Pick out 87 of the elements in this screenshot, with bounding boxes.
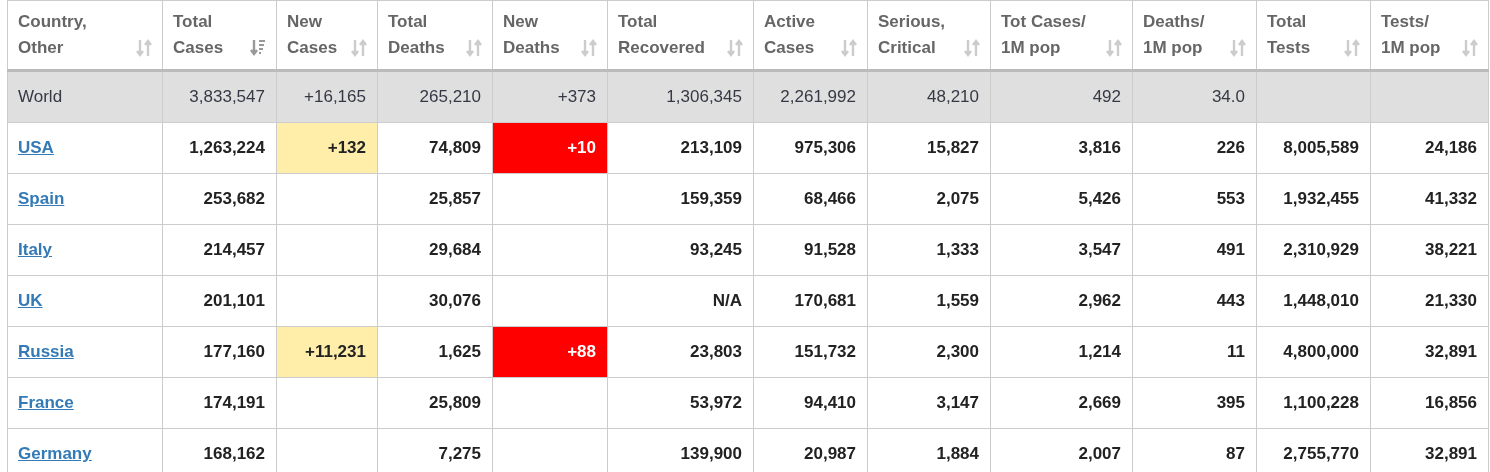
table-cell: +10 [492,122,608,174]
table-cell: 1,559 [867,275,991,327]
table-cell: 226 [1132,122,1257,174]
sort-icon[interactable] [1344,39,1360,57]
table-cell: 25,857 [377,173,493,225]
sort-icon[interactable] [1230,39,1246,57]
table-cell: 265,210 [377,70,493,123]
table-cell: 2,075 [867,173,991,225]
table-cell: 8,005,589 [1256,122,1371,174]
table-cell: 74,809 [377,122,493,174]
table-cell: 253,682 [162,173,277,225]
sort-icon[interactable] [351,39,367,57]
table-cell: 21,330 [1370,275,1489,327]
table-cell: 3,816 [990,122,1133,174]
table-cell: +88 [492,326,608,378]
table-cell: 30,076 [377,275,493,327]
table-cell: 5,426 [990,173,1133,225]
table-cell: 3,833,547 [162,70,277,123]
country-link[interactable]: Russia [18,342,74,362]
table-cell: 3,147 [867,377,991,429]
table-cell: 48,210 [867,70,991,123]
table-cell: 1,263,224 [162,122,277,174]
table-cell: 1,100,228 [1256,377,1371,429]
table-cell: 24,186 [1370,122,1489,174]
table-cell: 68,466 [753,173,868,225]
sort-icon[interactable] [136,39,152,57]
table-cell: 151,732 [753,326,868,378]
table-cell: 1,932,455 [1256,173,1371,225]
sort-icon[interactable] [841,39,857,57]
sort-icon[interactable] [964,39,980,57]
table-cell: 170,681 [753,275,868,327]
table-cell: 11 [1132,326,1257,378]
table-cell: 975,306 [753,122,868,174]
table-cell: 2,300 [867,326,991,378]
table-cell: 443 [1132,275,1257,327]
table-cell: 15,827 [867,122,991,174]
table-cell: +132 [276,122,378,174]
country-link[interactable]: Spain [18,189,65,209]
table-cell: 91,528 [753,224,868,276]
table-cell: 34.0 [1132,70,1257,123]
sort-icon[interactable] [466,39,482,57]
table-cell: 3,547 [990,224,1133,276]
table-cell: 53,972 [607,377,754,429]
table-cell: 1,214 [990,326,1133,378]
table-cell: 29,684 [377,224,493,276]
table-cell: 38,221 [1370,224,1489,276]
country-link[interactable]: USA [18,138,54,158]
table-cell: 4,800,000 [1256,326,1371,378]
country-link[interactable]: Italy [18,240,53,260]
sort-descending-icon[interactable] [250,39,266,57]
table-cell: 492 [990,70,1133,123]
table-cell: N/A [607,275,754,327]
table-cell: 2,310,929 [1256,224,1371,276]
table-cell: 94,410 [753,377,868,429]
table-cell: +373 [492,70,608,123]
table-cell: 214,457 [162,224,277,276]
table-cell: 395 [1132,377,1257,429]
sort-icon[interactable] [1462,39,1478,57]
table-cell: +11,231 [276,326,378,378]
table-cell: 553 [1132,173,1257,225]
table-cell: 201,101 [162,275,277,327]
sort-icon[interactable] [1106,39,1122,57]
table-cell: 177,160 [162,326,277,378]
table-cell: 2,261,992 [753,70,868,123]
table-cell: World [7,70,163,123]
table-cell: 213,109 [607,122,754,174]
country-link[interactable]: France [18,393,74,413]
country-link[interactable]: UK [18,291,43,311]
table-cell: 491 [1132,224,1257,276]
table-cell: 93,245 [607,224,754,276]
table-cell: 1,625 [377,326,493,378]
table-cell: 2,669 [990,377,1133,429]
table-cell: 16,856 [1370,377,1489,429]
table-cell: +16,165 [276,70,378,123]
table-cell: 1,306,345 [607,70,754,123]
sort-icon[interactable] [727,39,743,57]
table-cell: 159,359 [607,173,754,225]
table-cell: 1,448,010 [1256,275,1371,327]
table-cell: 23,803 [607,326,754,378]
table-cell: 41,332 [1370,173,1489,225]
table-cell: 2,962 [990,275,1133,327]
table-cell: 32,891 [1370,326,1489,378]
table-cell: 174,191 [162,377,277,429]
sort-icon[interactable] [581,39,597,57]
table-cell: 1,333 [867,224,991,276]
country-link[interactable]: Germany [18,444,92,464]
table-cell: 25,809 [377,377,493,429]
